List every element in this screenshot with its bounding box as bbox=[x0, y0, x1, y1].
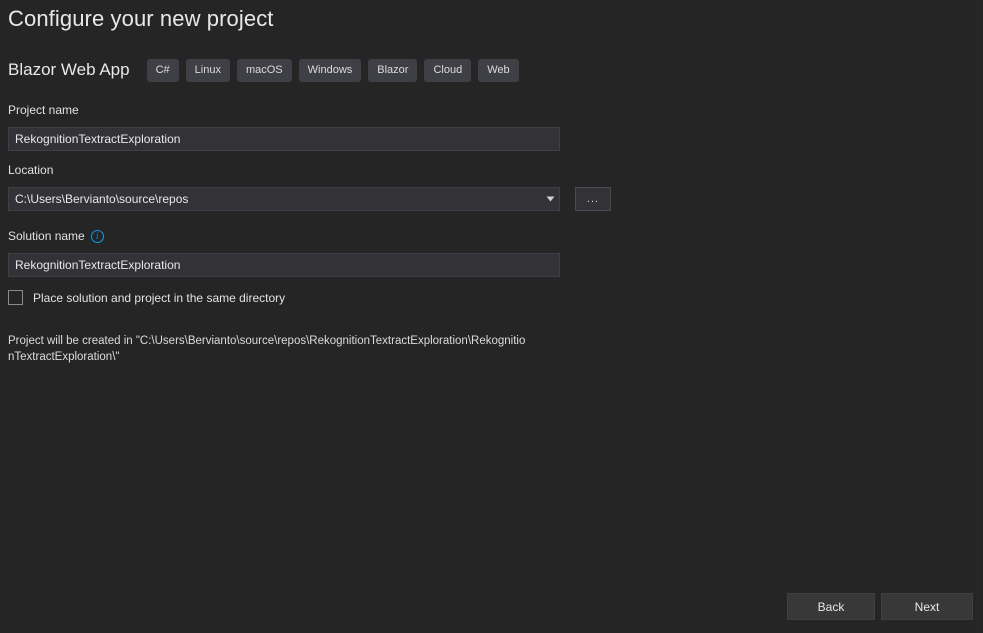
info-icon[interactable]: i bbox=[90, 229, 104, 243]
tag-linux: Linux bbox=[185, 58, 230, 82]
project-name-input[interactable] bbox=[8, 127, 560, 151]
back-button[interactable]: Back bbox=[787, 593, 875, 620]
solution-name-label-group: Solution name i bbox=[8, 229, 104, 243]
browse-location-button[interactable]: ... bbox=[575, 187, 611, 211]
same-directory-label: Place solution and project in the same d… bbox=[33, 290, 286, 305]
configure-project-dialog: Configure your new project Blazor Web Ap… bbox=[0, 0, 983, 633]
location-label: Location bbox=[8, 163, 54, 177]
right-edge-divider bbox=[977, 0, 978, 633]
page-title: Configure your new project bbox=[8, 6, 274, 31]
tag-macos: macOS bbox=[236, 58, 292, 82]
tag-csharp: C# bbox=[146, 58, 179, 82]
template-name: Blazor Web App bbox=[8, 60, 130, 79]
template-tag-list: C# Linux macOS Windows Blazor Cloud Web bbox=[146, 58, 519, 82]
next-button[interactable]: Next bbox=[881, 593, 973, 620]
project-name-label: Project name bbox=[8, 103, 79, 117]
tag-web: Web bbox=[478, 58, 519, 82]
same-directory-checkbox[interactable] bbox=[8, 290, 23, 305]
template-summary-row: Blazor Web App C# Linux macOS Windows Bl… bbox=[8, 57, 519, 83]
tag-cloud: Cloud bbox=[424, 58, 472, 82]
same-directory-checkbox-row[interactable]: Place solution and project in the same d… bbox=[8, 290, 285, 305]
location-value[interactable]: C:\Users\Bervianto\source\repos bbox=[9, 192, 541, 206]
project-path-note: Project will be created in "C:\Users\Ber… bbox=[8, 335, 526, 363]
tag-blazor: Blazor bbox=[368, 58, 418, 82]
solution-name-label: Solution name bbox=[8, 229, 85, 243]
tag-windows: Windows bbox=[298, 58, 362, 82]
chevron-down-icon[interactable] bbox=[541, 188, 559, 210]
solution-name-input[interactable] bbox=[8, 253, 560, 277]
location-combobox[interactable]: C:\Users\Bervianto\source\repos bbox=[8, 187, 560, 211]
